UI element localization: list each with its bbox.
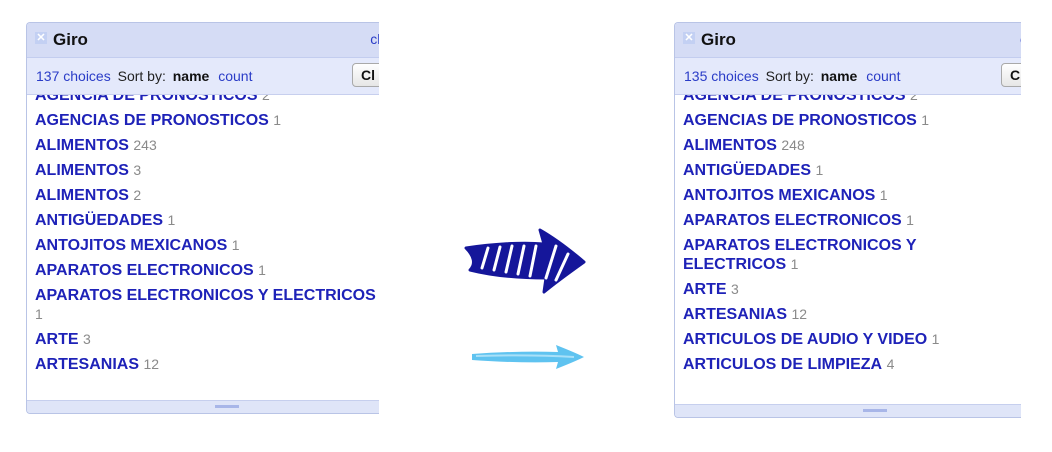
facet-choice[interactable]: AGENCIAS DE PRONOSTICOS 1 [35,111,379,130]
choice-count: 12 [791,306,808,322]
sort-by-label: Sort by: [117,68,166,84]
choice-count: 2 [262,95,270,103]
facet-choice[interactable]: ANTIGÜEDADES 1 [683,161,1021,180]
facet-header: ✕ Giro c [675,23,1021,58]
facet-choice[interactable]: APARATOS ELECTRONICOS 1 [683,211,1021,230]
resize-grip-icon[interactable] [215,405,239,408]
choice-label[interactable]: ALIMENTOS [35,187,133,204]
choice-count: 2 [133,187,142,203]
choice-label[interactable]: ARTICULOS DE AUDIO Y VIDEO [683,331,927,348]
choice-label[interactable]: AGENCIAS DE PRONOSTICOS [683,112,917,129]
choice-count: 248 [781,137,805,153]
facet-choice[interactable]: ARTE 3 [683,280,1021,299]
facet-choice[interactable]: ANTIGÜEDADES 1 [35,211,379,230]
sort-by-count[interactable]: count [218,68,252,84]
choice-count: 1 [258,262,266,278]
choice-label[interactable]: APARATOS ELECTRONICOS Y ELECTRICOS [683,237,916,273]
sort-by-name[interactable]: name [821,68,858,84]
choice-count: 1 [921,112,930,128]
choice-label[interactable]: ARTESANIAS [35,356,139,373]
facet-choice[interactable]: AGENCIA DE PRONOSTICOS 2 [683,95,1021,105]
choice-count: 1 [815,162,824,178]
facet-choice[interactable]: APARATOS ELECTRONICOS 1 [35,261,379,280]
choice-label[interactable]: ANTOJITOS MEXICANOS [35,237,227,254]
facet-choice[interactable]: ANTOJITOS MEXICANOS 1 [35,236,379,255]
choice-label[interactable]: ANTOJITOS MEXICANOS [683,187,875,204]
change-link[interactable]: c [1020,31,1021,47]
facet-choice[interactable]: AGENCIAS DE PRONOSTICOS 1 [683,111,1021,130]
facet-header: ✕ Giro ch [27,23,379,58]
facet-choice-list[interactable]: AGENCIA DE PRONOSTICOS 2 AGENCIAS DE PRON… [675,95,1021,405]
facet-choice[interactable]: ALIMENTOS 248 [683,136,1021,155]
resize-handle[interactable] [675,404,1021,417]
facet-controls: 135 choices Sort by: name count C [675,58,1021,95]
sort-by-name[interactable]: name [173,68,210,84]
choice-count: 1 [231,237,240,253]
choice-count: 1 [931,331,940,347]
resize-grip-icon[interactable] [863,409,887,412]
choice-label[interactable]: AGENCIAS DE PRONOSTICOS [35,112,269,129]
choice-label[interactable]: ARTICULOS DE LIMPIEZA [683,356,882,373]
resize-handle[interactable] [27,400,379,413]
choice-count: 1 [879,187,888,203]
choice-label[interactable]: ALIMENTOS [683,137,777,154]
facet-choice[interactable]: ANTOJITOS MEXICANOS 1 [683,186,1021,205]
choice-count: 4 [886,356,895,372]
facet-choice[interactable]: AGENCIA DE PRONOSTICOS 2 [35,95,379,105]
choice-count: 243 [133,137,157,153]
choice-label[interactable]: AGENCIA DE PRONOSTICOS [683,95,906,104]
choice-count: 1 [167,212,176,228]
facet-choice[interactable]: APARATOS ELECTRONICOS Y ELECTRICOS 1 [683,236,1021,274]
choice-label[interactable]: ARTE [683,281,727,298]
facet-panel-before: ✕ Giro ch 137 choices Sort by: name coun… [26,22,379,414]
choice-label[interactable]: AGENCIA DE PRONOSTICOS [35,95,258,104]
choice-label[interactable]: APARATOS ELECTRONICOS Y ELECTRICOS [35,287,376,304]
choices-count[interactable]: 137 choices [36,68,111,84]
change-link[interactable]: ch [370,31,379,47]
facet-choice[interactable]: APARATOS ELECTRONICOS Y ELECTRICOS 1 [35,286,379,324]
sort-by-count[interactable]: count [866,68,900,84]
choice-label[interactable]: APARATOS ELECTRONICOS [35,262,254,279]
choice-label[interactable]: ARTE [35,331,79,348]
close-icon[interactable]: ✕ [35,32,47,44]
choice-count: 3 [83,331,91,347]
choice-count: 2 [910,95,918,103]
light-arrow-icon [472,345,584,369]
choice-count: 1 [35,306,43,322]
sort-by-label: Sort by: [765,68,814,84]
facet-choice[interactable]: ARTESANIAS 12 [683,305,1021,324]
choice-count: 1 [906,212,914,228]
choice-count: 3 [133,162,142,178]
choice-label[interactable]: ARTESANIAS [683,306,787,323]
facet-title: Giro [53,30,88,49]
facet-choice[interactable]: ARTICULOS DE AUDIO Y VIDEO 1 [683,330,1021,349]
choice-label[interactable]: ANTIGÜEDADES [683,162,811,179]
facet-choice[interactable]: ALIMENTOS 3 [35,161,379,180]
choice-label[interactable]: ALIMENTOS [35,137,129,154]
choice-count: 3 [731,281,739,297]
choices-count[interactable]: 135 choices [684,68,759,84]
facet-panel-after: ✕ Giro c 135 choices Sort by: name count… [674,22,1021,418]
facet-choice[interactable]: ARTESANIAS 12 [35,355,379,374]
choice-count: 12 [143,356,160,372]
facet-choice[interactable]: ALIMENTOS 2 [35,186,379,205]
choice-label[interactable]: APARATOS ELECTRONICOS [683,212,902,229]
facet-choice[interactable]: ARTE 3 [35,330,379,349]
hand-drawn-arrow-icon [464,228,586,294]
facet-choice[interactable]: ALIMENTOS 243 [35,136,379,155]
cluster-button[interactable]: Cl [352,63,379,87]
cluster-button[interactable]: C [1001,63,1021,87]
facet-title: Giro [701,30,736,49]
choice-label[interactable]: ANTIGÜEDADES [35,212,163,229]
choice-count: 1 [790,256,799,272]
choice-count: 1 [273,112,282,128]
facet-controls: 137 choices Sort by: name count Cl [27,58,379,95]
choice-label[interactable]: ALIMENTOS [35,162,133,179]
facet-choice[interactable]: ARTICULOS DE LIMPIEZA 4 [683,355,1021,374]
close-icon[interactable]: ✕ [683,32,695,44]
facet-choice-list[interactable]: AGENCIA DE PRONOSTICOS 2 AGENCIAS DE PRON… [27,95,379,401]
